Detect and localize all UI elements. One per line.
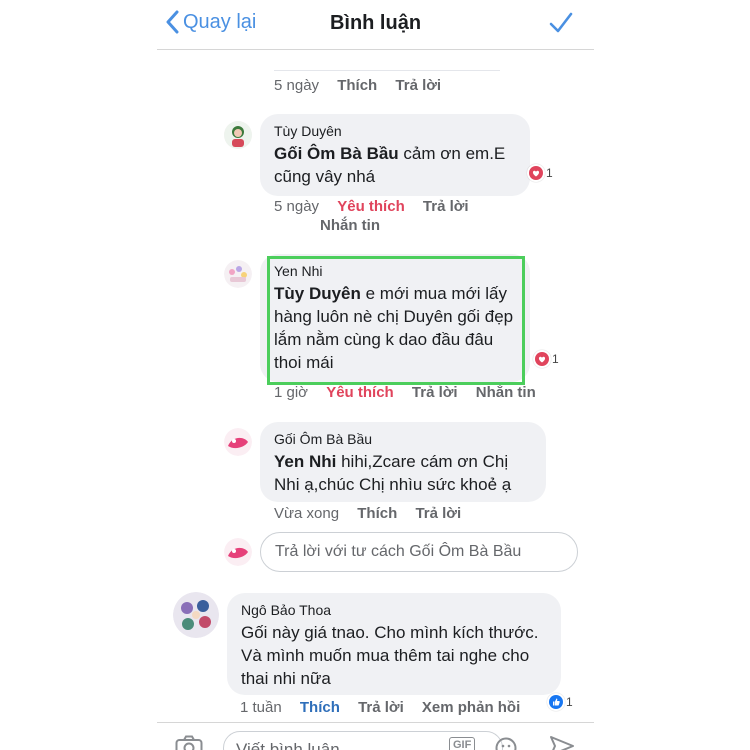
- comment-author[interactable]: Ngô Bảo Thoa: [241, 602, 547, 618]
- reply-link[interactable]: Trả lời: [423, 198, 469, 215]
- message-link[interactable]: Nhắn tin: [476, 384, 536, 401]
- camera-button[interactable]: [175, 735, 203, 750]
- comment-meta: 5 ngày Yêu thích Trả lời: [274, 198, 483, 215]
- avatar[interactable]: [224, 121, 252, 149]
- avatar-image: [224, 428, 252, 456]
- avatar[interactable]: [224, 428, 252, 456]
- sticker-button[interactable]: [495, 737, 517, 750]
- done-button[interactable]: [548, 10, 574, 41]
- comment-bubble[interactable]: Ngô Bảo Thoa Gối này giá tnao. Cho mình …: [227, 593, 561, 695]
- comment-time: 5 ngày: [274, 77, 320, 94]
- gif-button[interactable]: GIF: [449, 737, 476, 750]
- message-link[interactable]: Nhắn tin: [320, 217, 380, 234]
- reaction-count: 1: [546, 166, 553, 180]
- avatar-image: [173, 592, 219, 638]
- like-link[interactable]: Thích: [337, 77, 377, 94]
- reaction-badge[interactable]: 1: [547, 693, 573, 711]
- reaction-badge[interactable]: 1: [527, 164, 553, 182]
- page-title: Bình luận: [329, 12, 422, 34]
- reaction-count: 1: [566, 695, 573, 709]
- smiley-icon: [495, 737, 517, 750]
- comment-meta: 5 ngày Thích Trả lời: [274, 77, 455, 94]
- heart-icon: [527, 164, 545, 182]
- reply-link[interactable]: Trả lời: [358, 699, 404, 716]
- avatar-image: [224, 260, 252, 288]
- reaction-badge[interactable]: 1: [533, 350, 559, 368]
- like-link[interactable]: Thích: [300, 699, 340, 716]
- comment-meta: 1 giờ Yêu thích Trả lời Nhắn tin: [274, 384, 550, 401]
- comment-meta: 1 tuần Thích Trả lời Xem phản hồi: [240, 699, 534, 716]
- avatar-image: [224, 538, 252, 566]
- highlight-frame: [267, 256, 525, 385]
- avatar-image: [224, 121, 252, 149]
- mention[interactable]: Yen Nhi: [274, 452, 336, 471]
- camera-icon: [175, 735, 203, 750]
- comments-screen: Quay lại Bình luận 5 ngày Thích Trả lời …: [157, 0, 594, 750]
- comment-bubble[interactable]: Gối Ôm Bà Bầu Yen Nhi hihi,Zcare cám ơn …: [260, 422, 546, 502]
- comment-time: 1 tuần: [240, 699, 282, 716]
- comment-time: 5 ngày: [274, 198, 320, 215]
- comment-time: 1 giờ: [274, 384, 309, 401]
- like-link[interactable]: Thích: [357, 505, 397, 522]
- avatar[interactable]: [224, 260, 252, 288]
- heart-icon: [533, 350, 551, 368]
- comment-author[interactable]: Tùy Duyên: [274, 123, 516, 139]
- comment-text: Gối này giá tnao. Cho mình kích thước. V…: [241, 623, 539, 688]
- send-icon: [550, 736, 574, 750]
- reply-link[interactable]: Trả lời: [415, 505, 461, 522]
- thumbs-up-icon: [547, 693, 565, 711]
- comment-text: Yen Nhi hihi,Zcare cám ơn Chị Nhi ạ,chúc…: [274, 450, 532, 496]
- checkmark-icon: [549, 12, 573, 33]
- comment-text: Gối Ôm Bà Bầu cảm ơn em.E cũng vây nhá: [274, 142, 516, 188]
- comment-meta: Nhắn tin: [320, 217, 394, 234]
- comment-time: Vừa xong: [274, 505, 340, 522]
- comment-meta: Vừa xong Thích Trả lời: [274, 505, 475, 522]
- reply-input[interactable]: Trả lời với tư cách Gối Ôm Bà Bầu: [260, 532, 578, 572]
- reaction-count: 1: [552, 352, 559, 366]
- love-link[interactable]: Yêu thích: [337, 198, 405, 215]
- mention[interactable]: Gối Ôm Bà Bầu: [274, 144, 399, 163]
- avatar: [224, 538, 252, 566]
- reply-link[interactable]: Trả lời: [395, 77, 441, 94]
- avatar[interactable]: [173, 592, 219, 638]
- view-replies-link[interactable]: Xem phản hồi: [422, 699, 520, 716]
- send-button[interactable]: [549, 735, 575, 750]
- nav-header: Quay lại Bình luận: [157, 0, 594, 50]
- comment-bubble[interactable]: Tùy Duyên Gối Ôm Bà Bầu cảm ơn em.E cũng…: [260, 114, 530, 196]
- reply-link[interactable]: Trả lời: [412, 384, 458, 401]
- comment-composer: Viết bình luận... GIF: [157, 722, 594, 750]
- love-link[interactable]: Yêu thích: [326, 384, 394, 401]
- comment-author[interactable]: Gối Ôm Bà Bầu: [274, 431, 532, 447]
- divider: [274, 70, 500, 71]
